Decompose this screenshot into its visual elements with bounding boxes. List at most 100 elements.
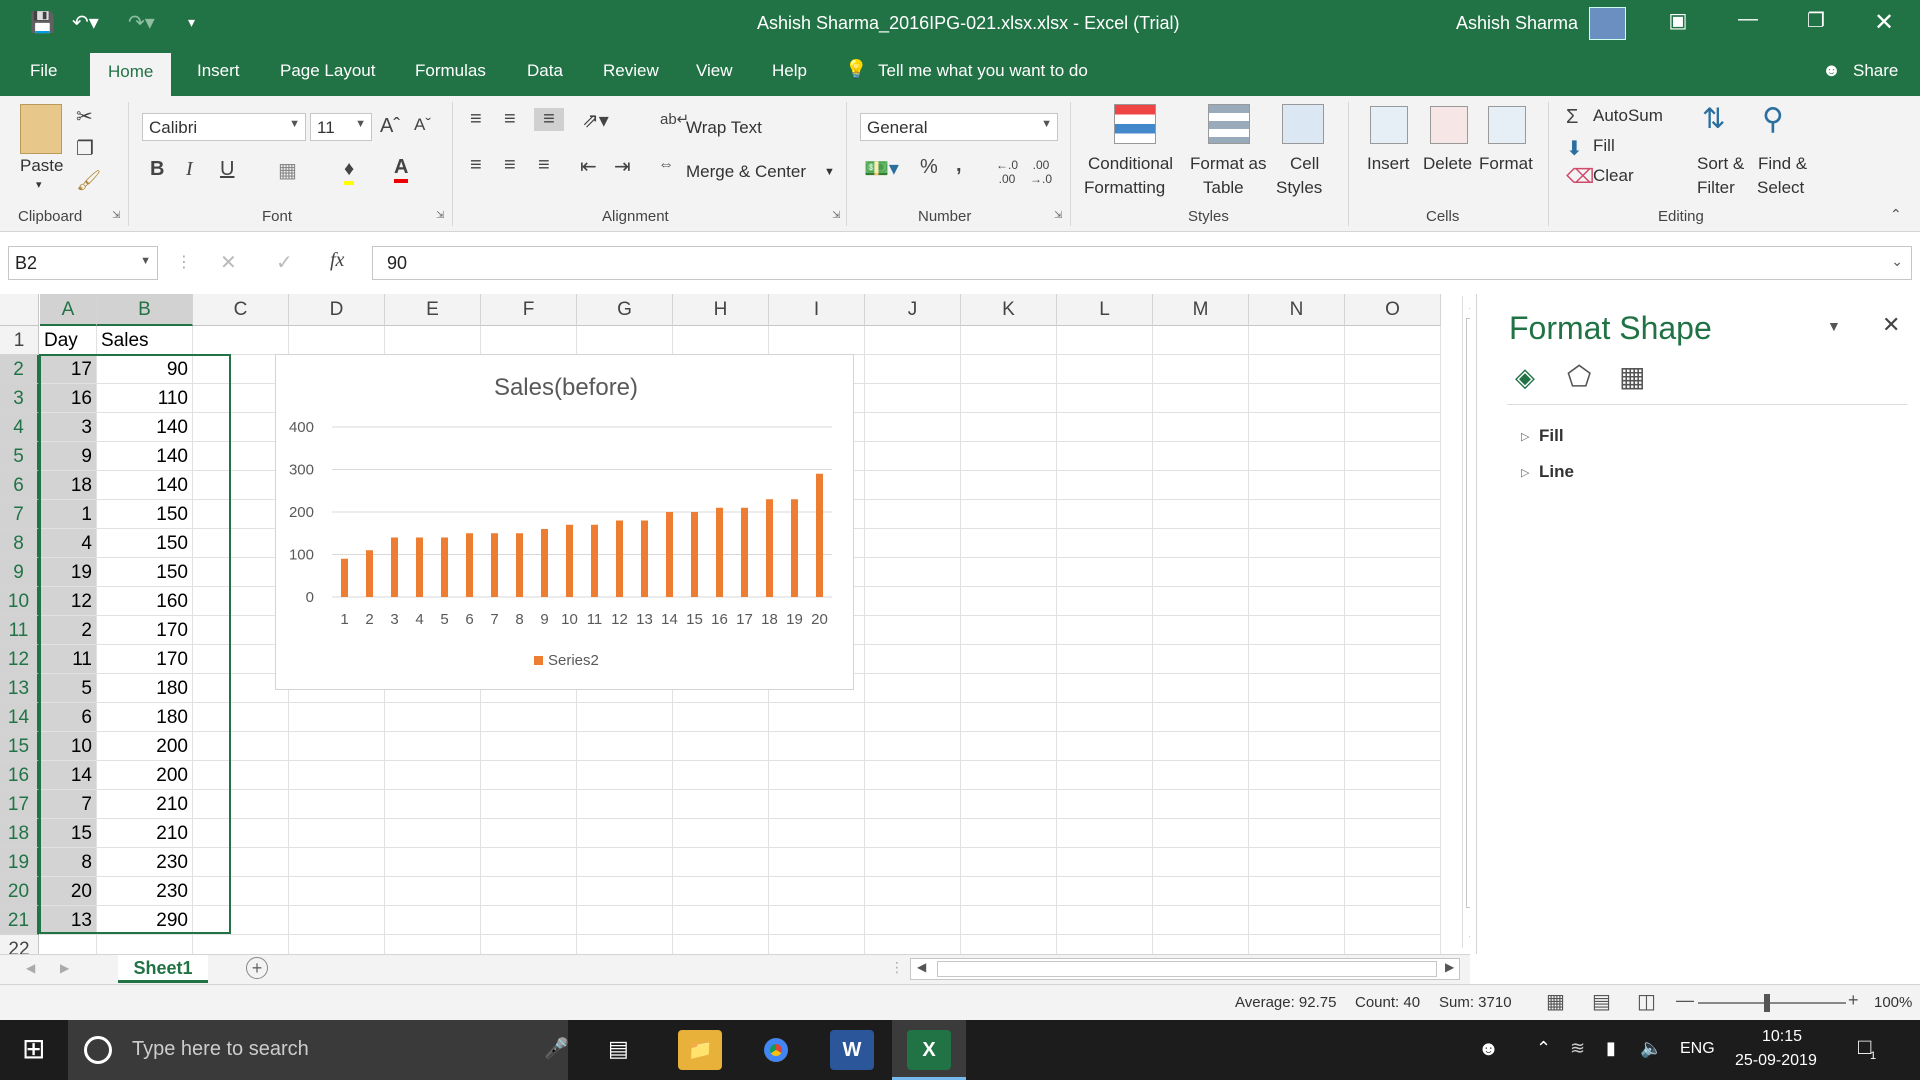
cell[interactable] (961, 674, 1057, 703)
cell[interactable] (1153, 471, 1249, 500)
excel-icon[interactable]: X (907, 1030, 951, 1070)
sort-filter-label-2[interactable]: Filter (1697, 178, 1735, 198)
cell[interactable] (865, 877, 961, 906)
cell-styles-label-2[interactable]: Styles (1276, 178, 1322, 198)
cell[interactable] (97, 935, 193, 954)
vertical-scrollbar[interactable]: ▲ ▼ (1462, 296, 1470, 948)
decrease-font-icon[interactable]: Aˇ (414, 115, 431, 135)
column-header-n[interactable]: N (1249, 294, 1345, 326)
close-icon[interactable]: ✕ (1864, 8, 1904, 37)
orientation-icon[interactable]: ⇗▾ (582, 108, 609, 133)
cell[interactable] (1153, 529, 1249, 558)
clock-time[interactable]: 10:15 (1762, 1028, 1802, 1046)
cell[interactable] (1057, 935, 1153, 954)
cell[interactable] (769, 732, 865, 761)
cell[interactable] (769, 703, 865, 732)
row-header[interactable]: 22 (0, 935, 39, 954)
cell[interactable] (193, 790, 289, 819)
cell[interactable] (865, 819, 961, 848)
cell-day[interactable]: 15 (40, 819, 97, 848)
cell[interactable] (193, 703, 289, 732)
cell[interactable] (865, 674, 961, 703)
cell[interactable] (673, 877, 769, 906)
cell[interactable] (289, 703, 385, 732)
cell[interactable] (577, 703, 673, 732)
format-cells-button[interactable]: Format (1479, 154, 1533, 174)
cell[interactable] (1153, 877, 1249, 906)
cell[interactable] (385, 761, 481, 790)
percent-button[interactable]: % (920, 156, 938, 179)
cell[interactable] (289, 326, 385, 355)
cell[interactable] (1153, 674, 1249, 703)
bold-button[interactable]: B (150, 158, 164, 181)
cell[interactable] (673, 761, 769, 790)
cell[interactable] (769, 848, 865, 877)
prev-sheet-icon[interactable]: ◀ (26, 961, 35, 975)
cell[interactable] (481, 848, 577, 877)
tab-data[interactable]: Data (527, 61, 563, 81)
row-header[interactable]: 11 (0, 616, 39, 645)
row-header[interactable]: 21 (0, 906, 39, 935)
cell[interactable] (769, 761, 865, 790)
cell[interactable] (385, 848, 481, 877)
cell[interactable] (1153, 500, 1249, 529)
delete-cells-icon[interactable] (1430, 106, 1468, 144)
cell[interactable] (385, 703, 481, 732)
cell[interactable] (385, 877, 481, 906)
cell[interactable] (1345, 442, 1441, 471)
cell[interactable] (769, 326, 865, 355)
wrap-text-icon[interactable]: ab↵ (660, 110, 689, 128)
pane-options-icon[interactable]: ▼ (1827, 318, 1841, 334)
cell-sales[interactable]: 210 (97, 790, 193, 819)
cell[interactable] (577, 761, 673, 790)
cell[interactable] (1345, 761, 1441, 790)
cell[interactable] (1057, 616, 1153, 645)
format-as-table-label-2[interactable]: Table (1203, 178, 1244, 198)
volume-icon[interactable]: 🔈 (1640, 1038, 1662, 1059)
cell[interactable] (1345, 587, 1441, 616)
number-format-select[interactable]: General ▼ (860, 113, 1058, 141)
cell[interactable] (289, 877, 385, 906)
row-header[interactable]: 9 (0, 558, 39, 587)
cell[interactable] (1345, 819, 1441, 848)
cell[interactable] (1057, 674, 1153, 703)
cell[interactable] (193, 877, 289, 906)
font-name-select[interactable]: Calibri ▼ (142, 113, 306, 141)
cell[interactable] (481, 935, 577, 954)
cell[interactable] (385, 906, 481, 935)
cell[interactable] (1345, 616, 1441, 645)
tab-home[interactable]: Home (90, 53, 172, 96)
cell[interactable] (865, 326, 961, 355)
row-header[interactable]: 4 (0, 413, 39, 442)
accounting-format-icon[interactable]: 💵▾ (864, 156, 899, 181)
cell-day[interactable]: 9 (40, 442, 97, 471)
tab-view[interactable]: View (696, 61, 733, 81)
cell[interactable] (1249, 790, 1345, 819)
cell[interactable] (1057, 848, 1153, 877)
zoom-slider[interactable] (1698, 1002, 1846, 1004)
cell[interactable] (1249, 732, 1345, 761)
row-header[interactable]: 20 (0, 877, 39, 906)
italic-button[interactable]: I (186, 158, 193, 181)
cell[interactable] (673, 703, 769, 732)
row-header[interactable]: 17 (0, 790, 39, 819)
cell[interactable] (769, 790, 865, 819)
cell[interactable] (673, 848, 769, 877)
cell[interactable] (1057, 877, 1153, 906)
cell[interactable] (289, 732, 385, 761)
windows-start-icon[interactable]: ⊞ (22, 1034, 45, 1064)
cell-sales[interactable]: 230 (97, 848, 193, 877)
sort-filter-icon[interactable]: ⇅ (1702, 102, 1725, 135)
cell[interactable] (1345, 703, 1441, 732)
font-launcher-icon[interactable]: ⇲ (436, 210, 444, 221)
cell-sales[interactable]: 180 (97, 703, 193, 732)
cell[interactable] (1249, 848, 1345, 877)
number-launcher-icon[interactable]: ⇲ (1054, 210, 1062, 221)
cell[interactable] (673, 819, 769, 848)
cell[interactable] (1057, 471, 1153, 500)
minimize-icon[interactable]: — (1728, 8, 1768, 31)
cell[interactable] (481, 790, 577, 819)
cell[interactable] (1249, 906, 1345, 935)
tab-review[interactable]: Review (603, 61, 659, 81)
cell[interactable] (865, 471, 961, 500)
